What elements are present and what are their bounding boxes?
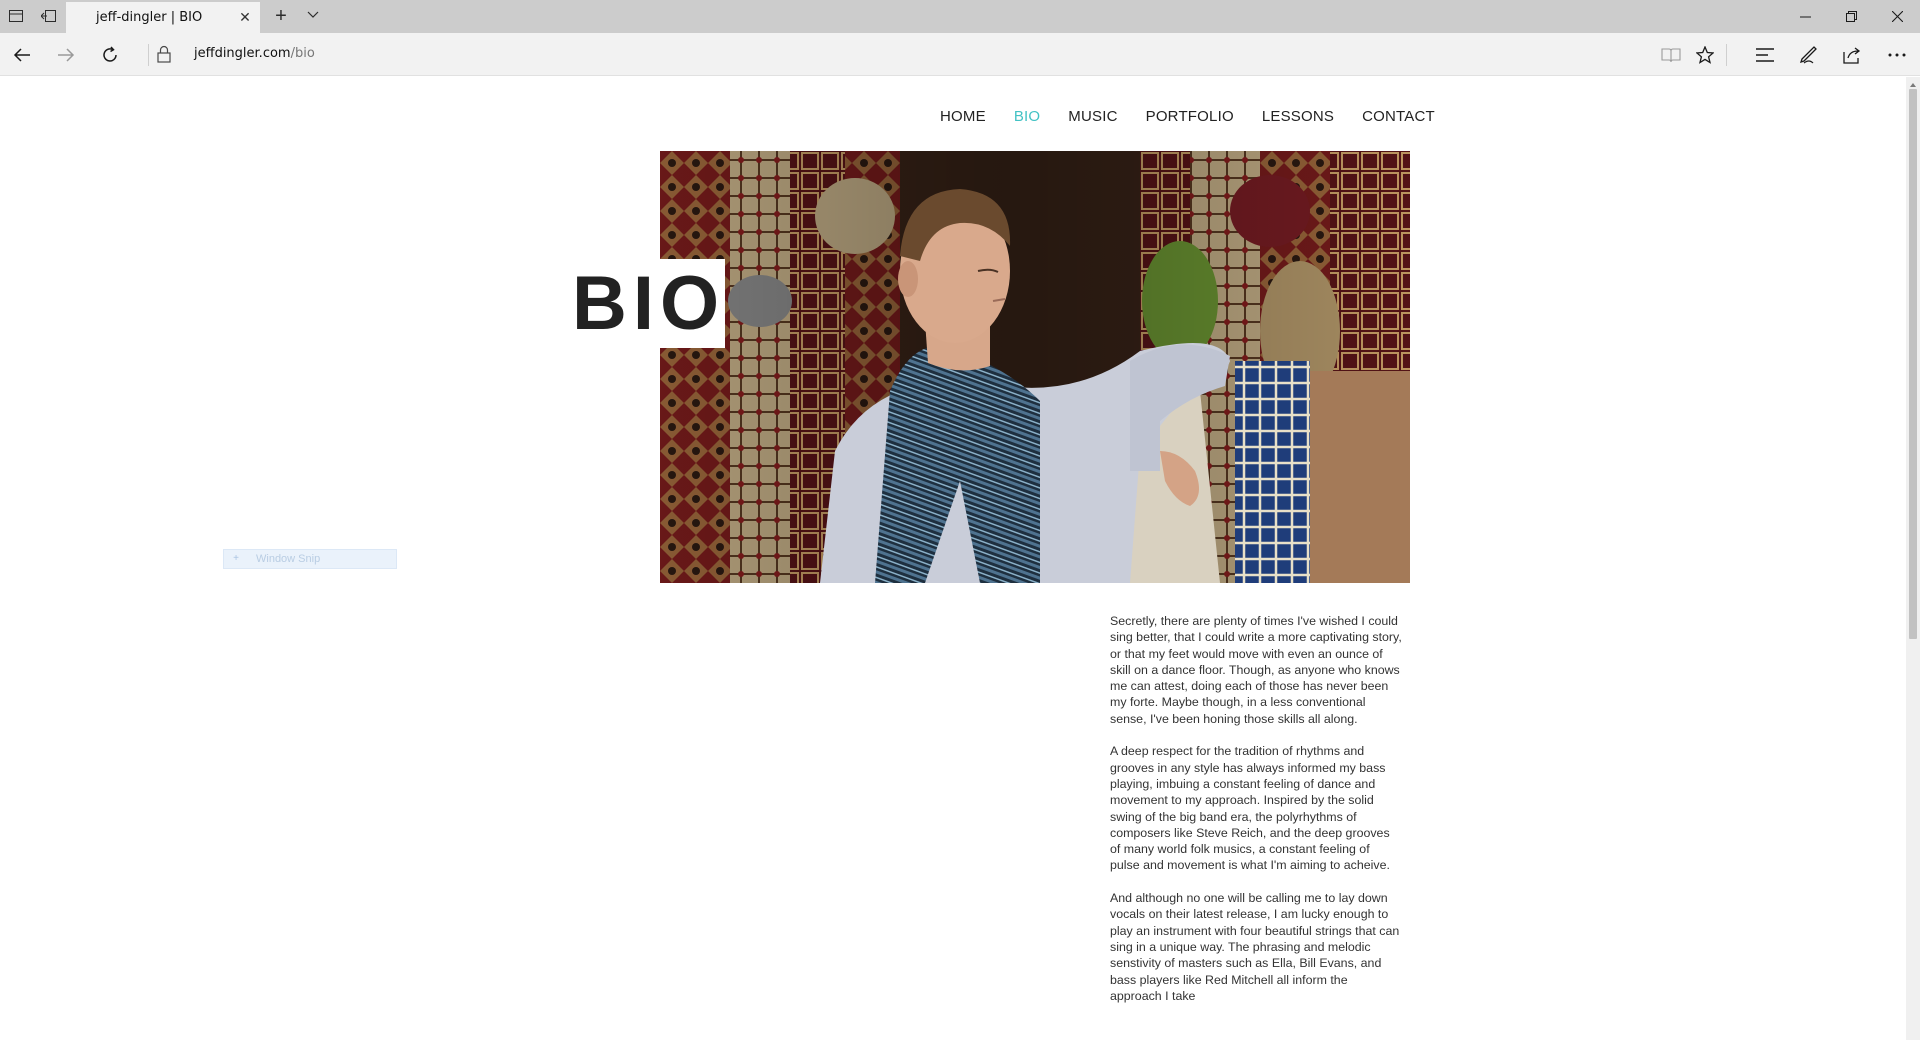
web-note-icon[interactable] bbox=[1794, 41, 1824, 69]
snip-icon: + bbox=[233, 553, 239, 564]
chevron-down-icon[interactable] bbox=[302, 6, 324, 28]
share-icon[interactable] bbox=[1838, 41, 1868, 69]
set-aside-tabs-icon[interactable] bbox=[38, 7, 58, 25]
forward-icon[interactable] bbox=[52, 41, 80, 69]
window-snip-overlay[interactable]: + Window Snip bbox=[223, 549, 397, 569]
star-icon[interactable] bbox=[1690, 41, 1720, 69]
refresh-icon[interactable] bbox=[96, 41, 124, 69]
scroll-up-icon[interactable] bbox=[1906, 77, 1920, 87]
nav-lessons[interactable]: LESSONS bbox=[1262, 108, 1334, 125]
nav-contact[interactable]: CONTACT bbox=[1362, 108, 1435, 125]
back-icon[interactable] bbox=[8, 41, 36, 69]
more-icon[interactable] bbox=[1882, 41, 1912, 69]
toolbar-separator bbox=[1726, 44, 1727, 66]
page-title: BIO bbox=[572, 261, 726, 346]
new-tab-icon[interactable]: + bbox=[270, 6, 292, 28]
nav-bio[interactable]: BIO bbox=[1014, 108, 1040, 125]
address-separator bbox=[148, 44, 149, 66]
bio-paragraph-1: Secretly, there are plenty of times I've… bbox=[1110, 614, 1402, 726]
site-nav: HOME BIO MUSIC PORTFOLIO LESSONS CONTACT bbox=[940, 108, 1435, 125]
hero-photo bbox=[660, 151, 1410, 583]
close-icon[interactable]: ✕ bbox=[236, 8, 254, 26]
reading-view-icon[interactable] bbox=[1656, 41, 1686, 69]
url-path: /bio bbox=[290, 46, 315, 61]
restore-icon[interactable] bbox=[1828, 0, 1874, 33]
nav-home[interactable]: HOME bbox=[940, 108, 986, 125]
window-close-icon[interactable] bbox=[1874, 0, 1920, 33]
hub-icon[interactable] bbox=[1750, 41, 1780, 69]
scroll-thumb[interactable] bbox=[1909, 89, 1917, 639]
tab-title: jeff-dingler | BIO bbox=[96, 10, 203, 25]
tab-bar: jeff-dingler | BIO ✕ + bbox=[0, 0, 1920, 33]
nav-music[interactable]: MUSIC bbox=[1068, 108, 1117, 125]
snip-label: Window Snip bbox=[256, 553, 321, 565]
address-bar: jeffdingler.com/bio bbox=[0, 33, 1920, 76]
url-domain: jeffdingler.com bbox=[194, 46, 291, 61]
active-tab[interactable]: jeff-dingler | BIO ✕ bbox=[66, 2, 260, 33]
minimize-icon[interactable] bbox=[1782, 0, 1828, 33]
bio-text: Secretly, there are plenty of times I've… bbox=[1110, 613, 1402, 1020]
nav-portfolio[interactable]: PORTFOLIO bbox=[1146, 108, 1234, 125]
tab-list-icon[interactable] bbox=[6, 7, 26, 25]
web-page: HOME BIO MUSIC PORTFOLIO LESSONS CONTACT bbox=[0, 77, 1906, 1040]
bio-paragraph-3: And although no one will be calling me t… bbox=[1110, 891, 1400, 1003]
bio-paragraph-2: A deep respect for the tradition of rhyt… bbox=[1110, 744, 1390, 873]
url-field[interactable]: jeffdingler.com/bio bbox=[194, 46, 315, 61]
page-scrollbar[interactable] bbox=[1906, 77, 1920, 1040]
lock-icon[interactable] bbox=[157, 45, 177, 65]
